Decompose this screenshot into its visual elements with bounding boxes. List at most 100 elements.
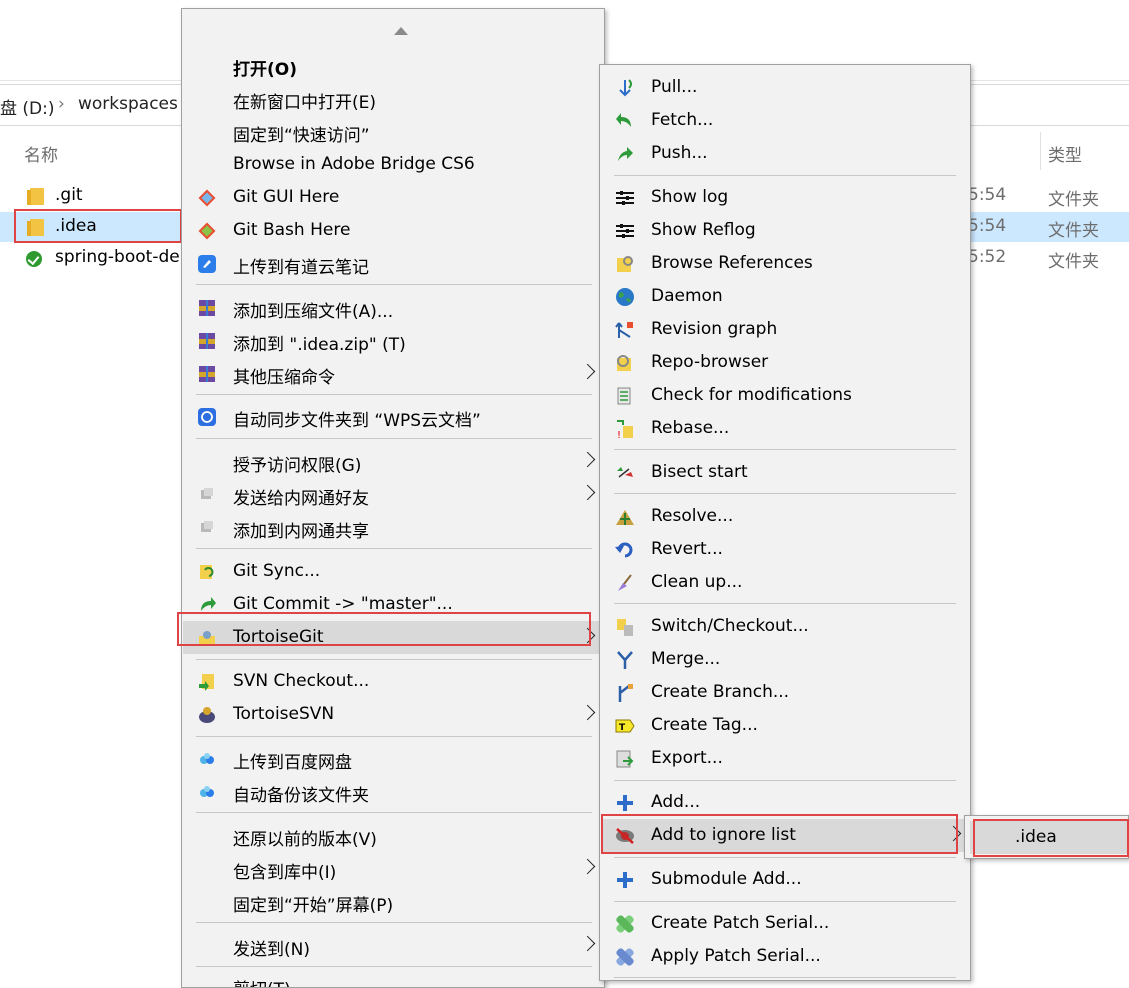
- menu-item-pin-quick-access[interactable]: 固定到“快速访问”: [183, 115, 603, 148]
- tgit-revert[interactable]: Revert...: [601, 533, 969, 566]
- menu-separator: [614, 977, 956, 978]
- menu-item-open[interactable]: 打开(O): [183, 49, 603, 82]
- menu-item-git-gui[interactable]: Git GUI Here: [183, 181, 603, 214]
- tgit-daemon[interactable]: Daemon: [601, 280, 969, 313]
- menu-item-send-intranet-friend[interactable]: 发送给内网通好友: [183, 478, 603, 511]
- file-name: spring-boot-de: [55, 247, 180, 267]
- submenu-arrow-icon: [579, 451, 596, 468]
- tgit-check-modifications[interactable]: Check for modifications: [601, 379, 969, 412]
- tgit-fetch[interactable]: Fetch...: [601, 104, 969, 137]
- log-icon: [616, 191, 634, 205]
- menu-item-add-to-archive[interactable]: 添加到压缩文件(A)...: [183, 291, 603, 324]
- tgit-pull[interactable]: Pull...: [601, 71, 969, 104]
- menu-separator: [196, 922, 592, 923]
- fetch-icon: [616, 113, 631, 127]
- svg-text:!: !: [617, 430, 621, 439]
- menu-item-grant-access[interactable]: 授予访问权限(G): [183, 445, 603, 478]
- tgit-create-patch-serial[interactable]: Create Patch Serial...: [601, 907, 969, 940]
- tgit-resolve[interactable]: Resolve...: [601, 500, 969, 533]
- resolve-icon: [616, 510, 634, 525]
- menu-item-cut[interactable]: 剪切(T): [183, 969, 603, 987]
- rebase-icon: !: [617, 420, 633, 439]
- file-name: .git: [55, 185, 83, 205]
- tgit-create-branch[interactable]: Create Branch...: [601, 676, 969, 709]
- menu-separator: [196, 394, 592, 395]
- tgit-revision-graph[interactable]: Revision graph: [601, 313, 969, 346]
- scroll-up-icon[interactable]: [394, 27, 408, 35]
- wps-cloud-icon: [198, 408, 216, 426]
- menu-separator: [614, 603, 956, 604]
- menu-separator: [196, 736, 592, 737]
- tgit-push[interactable]: Push...: [601, 137, 969, 170]
- file-date: 5:52: [968, 247, 1007, 267]
- tgit-switch-checkout[interactable]: Switch/Checkout...: [601, 610, 969, 643]
- column-header-name[interactable]: 名称: [24, 141, 58, 166]
- tortoisesvn-icon: [199, 707, 215, 723]
- broom-icon: [618, 574, 632, 591]
- menu-item-include-library[interactable]: 包含到库中(I): [183, 852, 603, 885]
- menu-separator: [196, 966, 592, 967]
- menu-item-intranet-share[interactable]: 添加到内网通共享: [183, 511, 603, 544]
- menu-item-auto-backup[interactable]: 自动备份该文件夹: [183, 775, 603, 808]
- branch-icon: [618, 684, 633, 702]
- repo-browser-icon: [617, 355, 631, 371]
- tgit-submodule-add[interactable]: Submodule Add...: [601, 863, 969, 896]
- menu-separator: [196, 438, 592, 439]
- menu-separator: [196, 548, 592, 549]
- baidu-netdisk-icon: [200, 786, 214, 797]
- tgit-show-log[interactable]: Show log: [601, 181, 969, 214]
- menu-separator: [614, 901, 956, 902]
- tgit-create-tag[interactable]: T Create Tag...: [601, 709, 969, 742]
- bisect-icon: [617, 467, 633, 478]
- highlight-box-idea: [14, 209, 182, 243]
- menu-item-baidu-upload[interactable]: 上传到百度网盘: [183, 742, 603, 775]
- winrar-icon: [199, 366, 215, 382]
- menu-separator: [196, 284, 592, 285]
- git-status-ok-icon: [26, 251, 42, 267]
- tgit-rebase[interactable]: ! Rebase...: [601, 412, 969, 445]
- tgit-apply-patch-serial[interactable]: Apply Patch Serial...: [601, 940, 969, 973]
- breadcrumb-drive[interactable]: 盘 (D:): [0, 94, 55, 119]
- menu-item-open-new-window[interactable]: 在新窗口中打开(E): [183, 82, 603, 115]
- revision-graph-icon: [615, 322, 633, 338]
- menu-separator: [614, 175, 956, 176]
- revert-icon: [615, 542, 633, 558]
- menu-item-youdao-note[interactable]: 上传到有道云笔记: [183, 247, 603, 280]
- submenu-arrow-icon: [579, 484, 596, 501]
- menu-item-add-to-zip[interactable]: 添加到 ".idea.zip" (T): [183, 324, 603, 357]
- menu-item-tortoisesvn[interactable]: TortoiseSVN: [183, 698, 603, 731]
- tgit-export[interactable]: Export...: [601, 742, 969, 775]
- menu-item-other-compress[interactable]: 其他压缩命令: [183, 357, 603, 390]
- file-date: 5:54: [968, 185, 1007, 205]
- winrar-icon: [199, 333, 215, 349]
- globe-icon: [616, 288, 634, 306]
- menu-item-restore-versions[interactable]: 还原以前的版本(V): [183, 819, 603, 852]
- tgit-clean-up[interactable]: Clean up...: [601, 566, 969, 599]
- menu-item-send-to[interactable]: 发送到(N): [183, 929, 603, 962]
- submenu-arrow-icon: [579, 363, 596, 380]
- tgit-browse-references[interactable]: Browse References: [601, 247, 969, 280]
- tgit-bisect-start[interactable]: Bisect start: [601, 456, 969, 489]
- menu-item-git-bash[interactable]: Git Bash Here: [183, 214, 603, 247]
- menu-item-svn-checkout[interactable]: SVN Checkout...: [183, 665, 603, 698]
- column-header-type[interactable]: 类型: [1048, 141, 1082, 166]
- git-sync-icon: [200, 565, 214, 579]
- baidu-netdisk-icon: [200, 753, 214, 764]
- menu-item-adobe-bridge[interactable]: Browse in Adobe Bridge CS6: [183, 148, 603, 181]
- git-bash-icon: [198, 222, 216, 240]
- menu-separator: [614, 857, 956, 858]
- breadcrumb-workspaces[interactable]: workspaces: [78, 94, 178, 114]
- file-type: 文件夹: [1048, 252, 1099, 272]
- tgit-merge[interactable]: Merge...: [601, 643, 969, 676]
- tgit-repo-browser[interactable]: Repo-browser: [601, 346, 969, 379]
- menu-separator: [614, 493, 956, 494]
- intranet-icon: [201, 521, 213, 532]
- plus-icon: [617, 872, 633, 888]
- switch-icon: [617, 619, 633, 636]
- submenu-arrow-icon: [579, 704, 596, 721]
- menu-item-wps-sync[interactable]: 自动同步文件夹到 “WPS云文档”: [183, 400, 603, 433]
- menu-item-git-sync[interactable]: Git Sync...: [183, 555, 603, 588]
- menu-item-pin-start[interactable]: 固定到“开始”屏幕(P): [183, 885, 603, 918]
- tgit-show-reflog[interactable]: Show Reflog: [601, 214, 969, 247]
- column-divider[interactable]: [1040, 132, 1041, 170]
